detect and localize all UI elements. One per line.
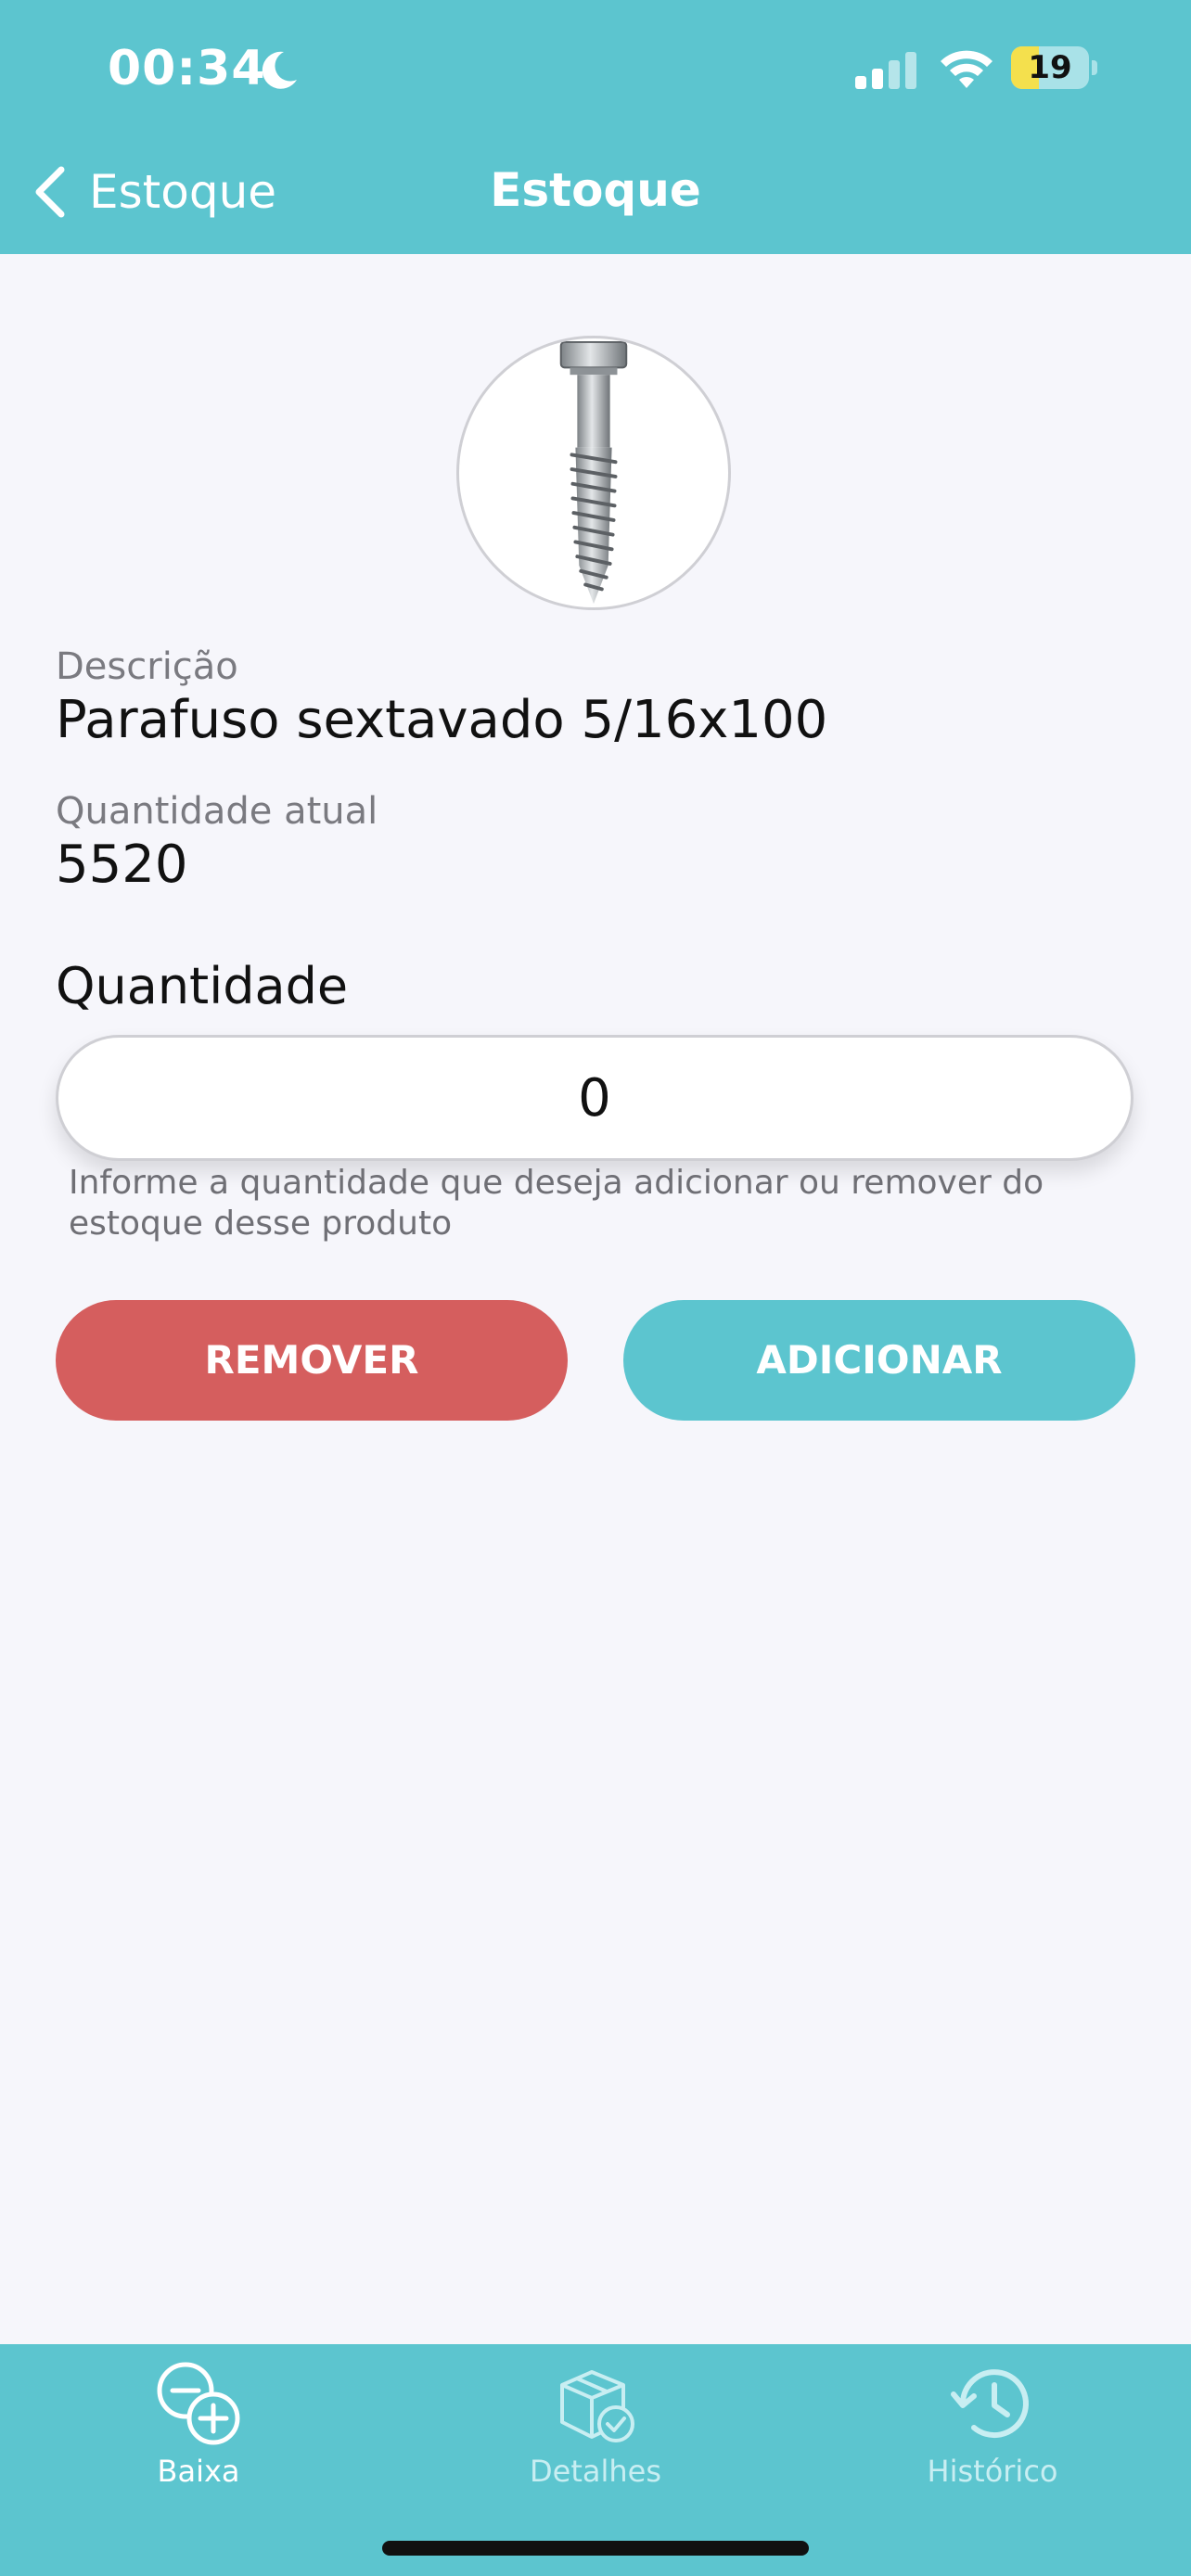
history-icon: [951, 2369, 1029, 2439]
screw-image: [559, 340, 628, 605]
tab-label: Histórico: [927, 2454, 1058, 2489]
current-quantity-label: Quantidade atual: [56, 790, 378, 833]
tab-detalhes[interactable]: Detalhes: [397, 2344, 794, 2489]
page-title: Estoque: [490, 163, 701, 217]
app-header: 00:34 19 Estoque Estoque: [0, 0, 1191, 254]
tab-baixa[interactable]: Baixa: [0, 2344, 397, 2489]
cellular-signal-icon: [855, 52, 916, 89]
box-check-icon: [560, 2370, 634, 2442]
tab-label: Detalhes: [529, 2454, 661, 2489]
description-label: Descrição: [56, 645, 238, 688]
current-quantity-value: 5520: [56, 835, 188, 895]
tab-historico[interactable]: Histórico: [794, 2344, 1191, 2489]
quantity-input[interactable]: [56, 1035, 1133, 1161]
quantity-helper-text: Informe a quantidade que deseja adiciona…: [69, 1164, 1044, 1243]
description-value: Parafuso sextavado 5/16x100: [56, 690, 828, 750]
remove-button[interactable]: REMOVER: [56, 1300, 568, 1421]
product-image: [456, 336, 731, 610]
battery-indicator: 19: [1011, 46, 1098, 89]
quantity-title: Quantidade: [56, 957, 349, 1015]
status-time: 00:34: [108, 41, 266, 96]
tab-label: Baixa: [157, 2454, 240, 2489]
add-button[interactable]: ADICIONAR: [623, 1300, 1135, 1421]
moon-icon: [262, 51, 297, 89]
home-indicator: [382, 2541, 809, 2556]
minus-plus-icon: [157, 2362, 240, 2445]
wifi-icon: [941, 50, 992, 88]
battery-percentage: 19: [1028, 49, 1072, 86]
